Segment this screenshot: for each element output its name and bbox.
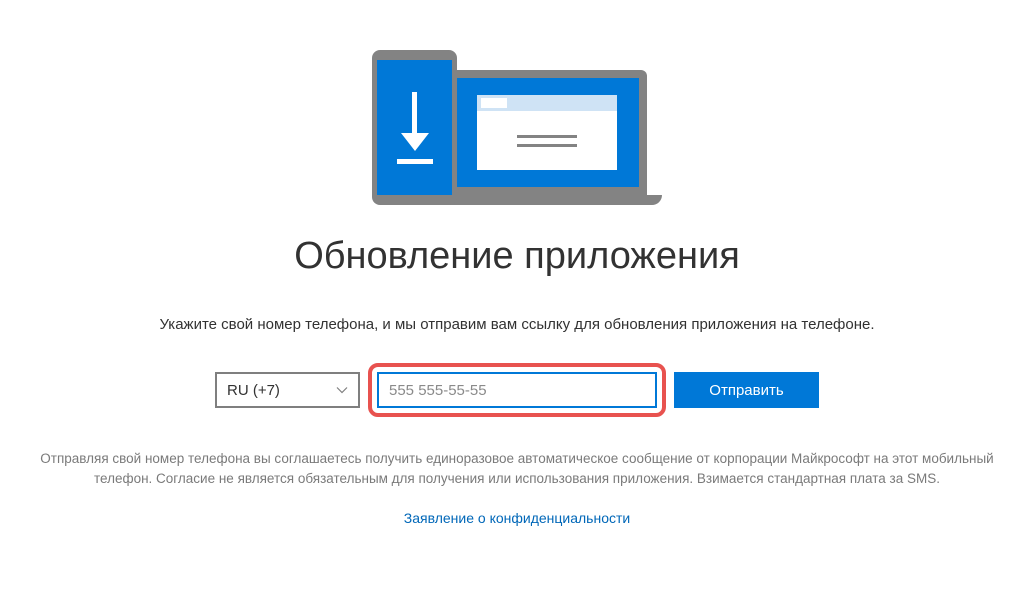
phone-form-row: RU (+7) Отправить <box>215 363 819 417</box>
phone-input-highlight <box>368 363 666 417</box>
disclaimer-text: Отправляя свой номер телефона вы соглаша… <box>12 449 1022 490</box>
instruction-text: Укажите свой номер телефона, и мы отправ… <box>159 316 874 333</box>
hero-illustration <box>372 50 662 205</box>
phone-number-input[interactable] <box>377 372 657 408</box>
country-code-select[interactable]: RU (+7) <box>215 372 360 408</box>
page-title: Обновление приложения <box>294 235 740 278</box>
country-code-label: RU (+7) <box>227 382 280 399</box>
laptop-graphic <box>447 70 662 205</box>
chevron-down-icon <box>336 384 348 396</box>
privacy-statement-link[interactable]: Заявление о конфиденциальности <box>404 510 630 526</box>
phone-graphic <box>372 50 457 205</box>
send-button[interactable]: Отправить <box>674 372 819 408</box>
download-icon <box>397 92 433 164</box>
